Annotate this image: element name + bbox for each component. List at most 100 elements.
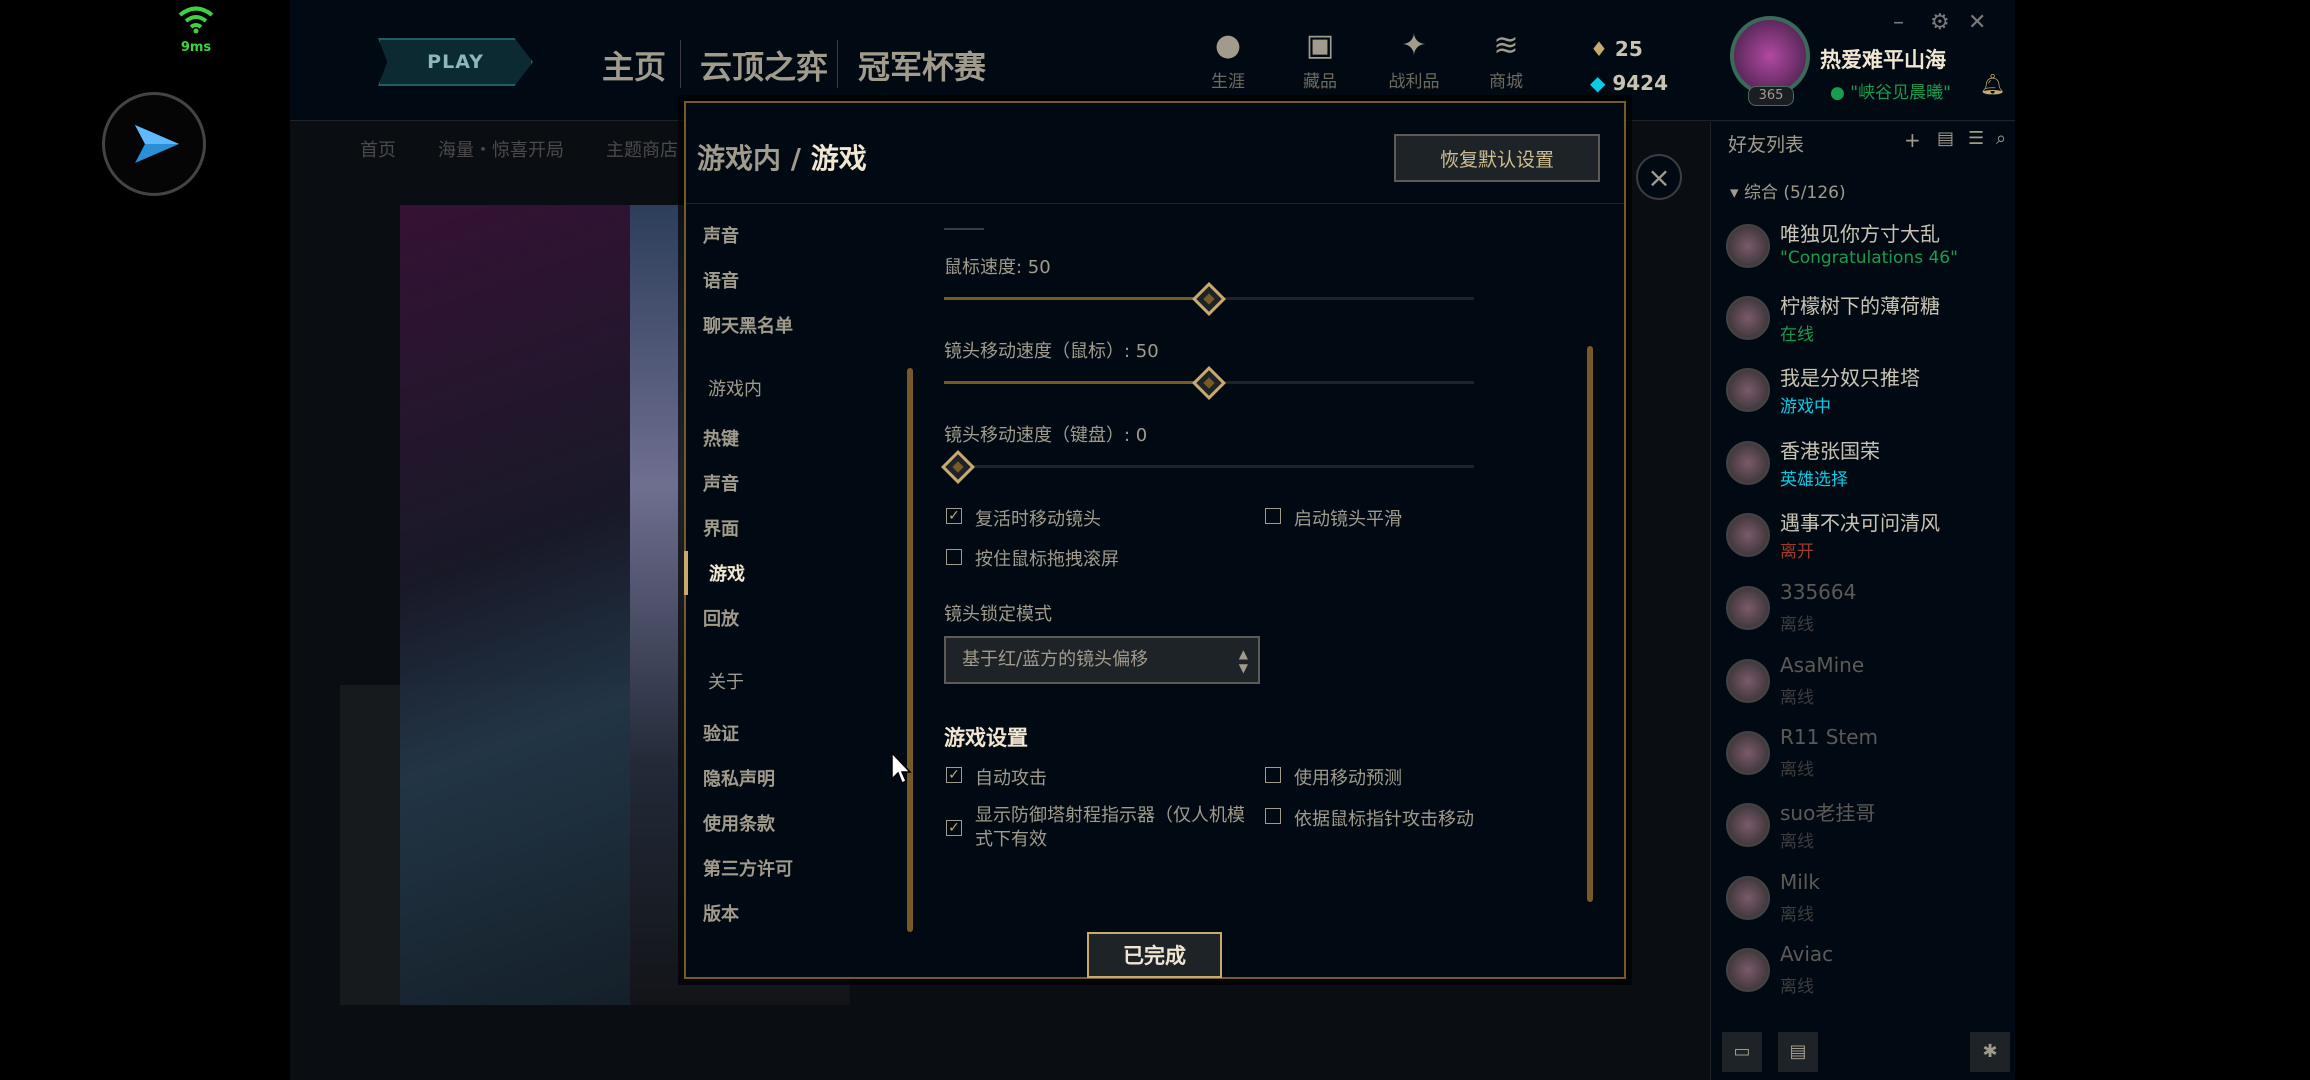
coins-icon: ≋ [1493, 28, 1519, 63]
content-scrollbar[interactable] [1587, 346, 1593, 902]
store-button[interactable]: ≋ 商城 [1476, 28, 1536, 92]
smooth-camera-checkbox[interactable] [1265, 508, 1281, 524]
friend-item[interactable]: 335664 离线 [1726, 580, 1996, 644]
tab-tft[interactable]: 云顶之弈 [700, 42, 828, 88]
riot-points-icon: ◆ [1590, 71, 1613, 95]
avatar[interactable] [1730, 16, 1810, 96]
cursor-attack-move-checkbox[interactable] [1265, 808, 1281, 824]
done-button[interactable]: 已完成 [1087, 932, 1222, 978]
level-badge: 365 [1748, 86, 1794, 106]
search-icon[interactable]: ⌕ [1996, 128, 2006, 149]
camera-mouse-speed-label: 镜头移动速度（鼠标）: 50 [944, 341, 1159, 362]
wifi-indicator: 9ms [176, 4, 216, 56]
friend-item[interactable]: suo老挂哥 离线 [1726, 797, 1996, 861]
camera-lock-value: 基于红/蓝方的镜头偏移 [962, 649, 1149, 670]
reset-defaults-button[interactable]: 恢复默认设置 [1394, 134, 1600, 182]
tab-home[interactable]: 主页 [602, 42, 666, 88]
gear-icon[interactable]: ⚙ [1930, 10, 1950, 35]
list-icon[interactable]: ☰ [1968, 128, 1984, 149]
menu-scrollbar[interactable] [907, 368, 913, 932]
breadcrumb-current: 游戏 [810, 142, 867, 175]
menu-section-ingame: 游戏内 [708, 379, 762, 400]
auto-attack-checkbox[interactable]: ✓ [946, 767, 962, 783]
drag-scroll-label: 按住鼠标拖拽滚屏 [975, 549, 1119, 570]
mission-icon[interactable]: ▤ [1778, 1032, 1818, 1072]
play-button[interactable]: PLAY [378, 38, 533, 86]
add-friend-icon[interactable]: + [1904, 128, 1921, 152]
blue-essence-count: 25 [1614, 37, 1643, 61]
menu-item-hotkeys[interactable]: 热键 [703, 425, 739, 451]
menu-item-game[interactable]: 游戏 [709, 560, 745, 586]
slider-fill [944, 297, 1209, 300]
friend-list-title: 好友列表 [1728, 134, 1805, 156]
friend-avatar [1726, 441, 1770, 485]
friend-item[interactable]: 唯独见你方寸大乱 "Congratulations 46" [1726, 218, 1996, 282]
respawn-camera-checkbox[interactable]: ✓ [946, 508, 962, 524]
folder-icon[interactable]: ▤ [1937, 128, 1954, 149]
subnav-event[interactable]: 海量・惊喜开局 [438, 136, 564, 162]
riot-points-count: 9424 [1612, 71, 1669, 95]
close-icon[interactable]: × [1636, 154, 1682, 200]
menu-item-sound[interactable]: 声音 [703, 222, 739, 248]
profile-button[interactable]: ● 生涯 [1198, 28, 1258, 92]
chat-icon[interactable]: ▭ [1722, 1032, 1762, 1072]
drag-scroll-checkbox[interactable] [946, 549, 962, 565]
move-prediction-checkbox[interactable] [1265, 767, 1281, 783]
menu-item-replay[interactable]: 回放 [703, 605, 739, 631]
chevron-updown-icon: ▲ ▼ [1238, 647, 1248, 675]
bug-icon[interactable]: ✱ [1970, 1032, 2010, 1072]
currency-panel[interactable]: ♦ 25 ◆ 9424 [1590, 32, 1668, 100]
menu-item-verify[interactable]: 验证 [703, 720, 739, 746]
friend-item[interactable]: Aviac 离线 [1726, 942, 1996, 1006]
friend-avatar [1726, 876, 1770, 920]
menu-item-chat-blacklist[interactable]: 聊天黑名单 [703, 312, 793, 338]
loot-icon: ✦ [1401, 28, 1427, 63]
loot-button[interactable]: ✦ 战利品 [1384, 28, 1444, 92]
tab-clash[interactable]: 冠军杯赛 [858, 42, 986, 88]
close-icon[interactable]: ✕ [1968, 10, 1986, 35]
menu-item-privacy[interactable]: 隐私声明 [703, 765, 775, 791]
subnav-shop[interactable]: 主题商店 [606, 136, 678, 162]
online-dot-icon: ● [1830, 83, 1851, 103]
friend-item[interactable]: 柠檬树下的薄荷糖 在线 [1726, 290, 1996, 354]
mouse-cursor-icon [891, 752, 912, 785]
camera-keyboard-speed-label: 镜头移动速度（键盘）: 0 [944, 425, 1148, 446]
slider-fill [944, 381, 1209, 384]
tower-range-checkbox[interactable]: ✓ [946, 820, 962, 836]
menu-item-terms[interactable]: 使用条款 [703, 810, 775, 836]
subnav-home[interactable]: 首页 [360, 136, 396, 162]
camera-keyboard-speed-slider[interactable] [944, 465, 1474, 468]
friend-avatar [1726, 368, 1770, 412]
move-prediction-label: 使用移动预测 [1294, 768, 1402, 789]
menu-section-about: 关于 [708, 672, 744, 693]
mouse-speed-label: 鼠标速度: 50 [944, 257, 1051, 278]
friend-item[interactable]: 遇事不决可问清风 离开 [1726, 507, 1996, 571]
friend-avatar [1726, 803, 1770, 847]
friend-item[interactable]: 我是分奴只推塔 游戏中 [1726, 362, 1996, 426]
active-indicator [684, 551, 688, 595]
divider [686, 203, 1624, 204]
friend-group-header[interactable]: ▾ 综合 (5/126) [1730, 178, 1846, 203]
auto-attack-label: 自动攻击 [975, 768, 1047, 789]
collection-button[interactable]: ▣ 藏品 [1290, 28, 1350, 92]
accelerator-button[interactable] [102, 92, 206, 196]
camera-lock-select[interactable]: 基于红/蓝方的镜头偏移 ▲ ▼ [944, 636, 1260, 684]
cursor-attack-move-label: 依据鼠标指针攻击移动 [1294, 809, 1474, 830]
menu-item-version[interactable]: 版本 [703, 900, 739, 926]
friend-avatar [1726, 513, 1770, 557]
ping-text: 9ms [180, 40, 212, 55]
friend-item[interactable]: AsaMine 离线 [1726, 653, 1996, 717]
user-status[interactable]: ● "峡谷见晨曦" [1830, 78, 1951, 103]
friend-item[interactable]: 香港张国荣 英雄选择 [1726, 435, 1996, 499]
arrow-icon [135, 125, 179, 163]
minimize-icon[interactable]: – [1893, 10, 1904, 35]
menu-item-third-party[interactable]: 第三方许可 [703, 855, 793, 881]
wifi-icon [178, 6, 214, 34]
menu-item-ingame-sound[interactable]: 声音 [703, 470, 739, 496]
friend-avatar [1726, 659, 1770, 703]
bell-icon[interactable]: 🔔︎ [1980, 72, 2005, 96]
friend-item[interactable]: Milk 离线 [1726, 870, 1996, 934]
menu-item-interface[interactable]: 界面 [703, 515, 739, 541]
menu-item-voice[interactable]: 语音 [703, 267, 739, 293]
friend-item[interactable]: R11 Stem 离线 [1726, 725, 1996, 789]
